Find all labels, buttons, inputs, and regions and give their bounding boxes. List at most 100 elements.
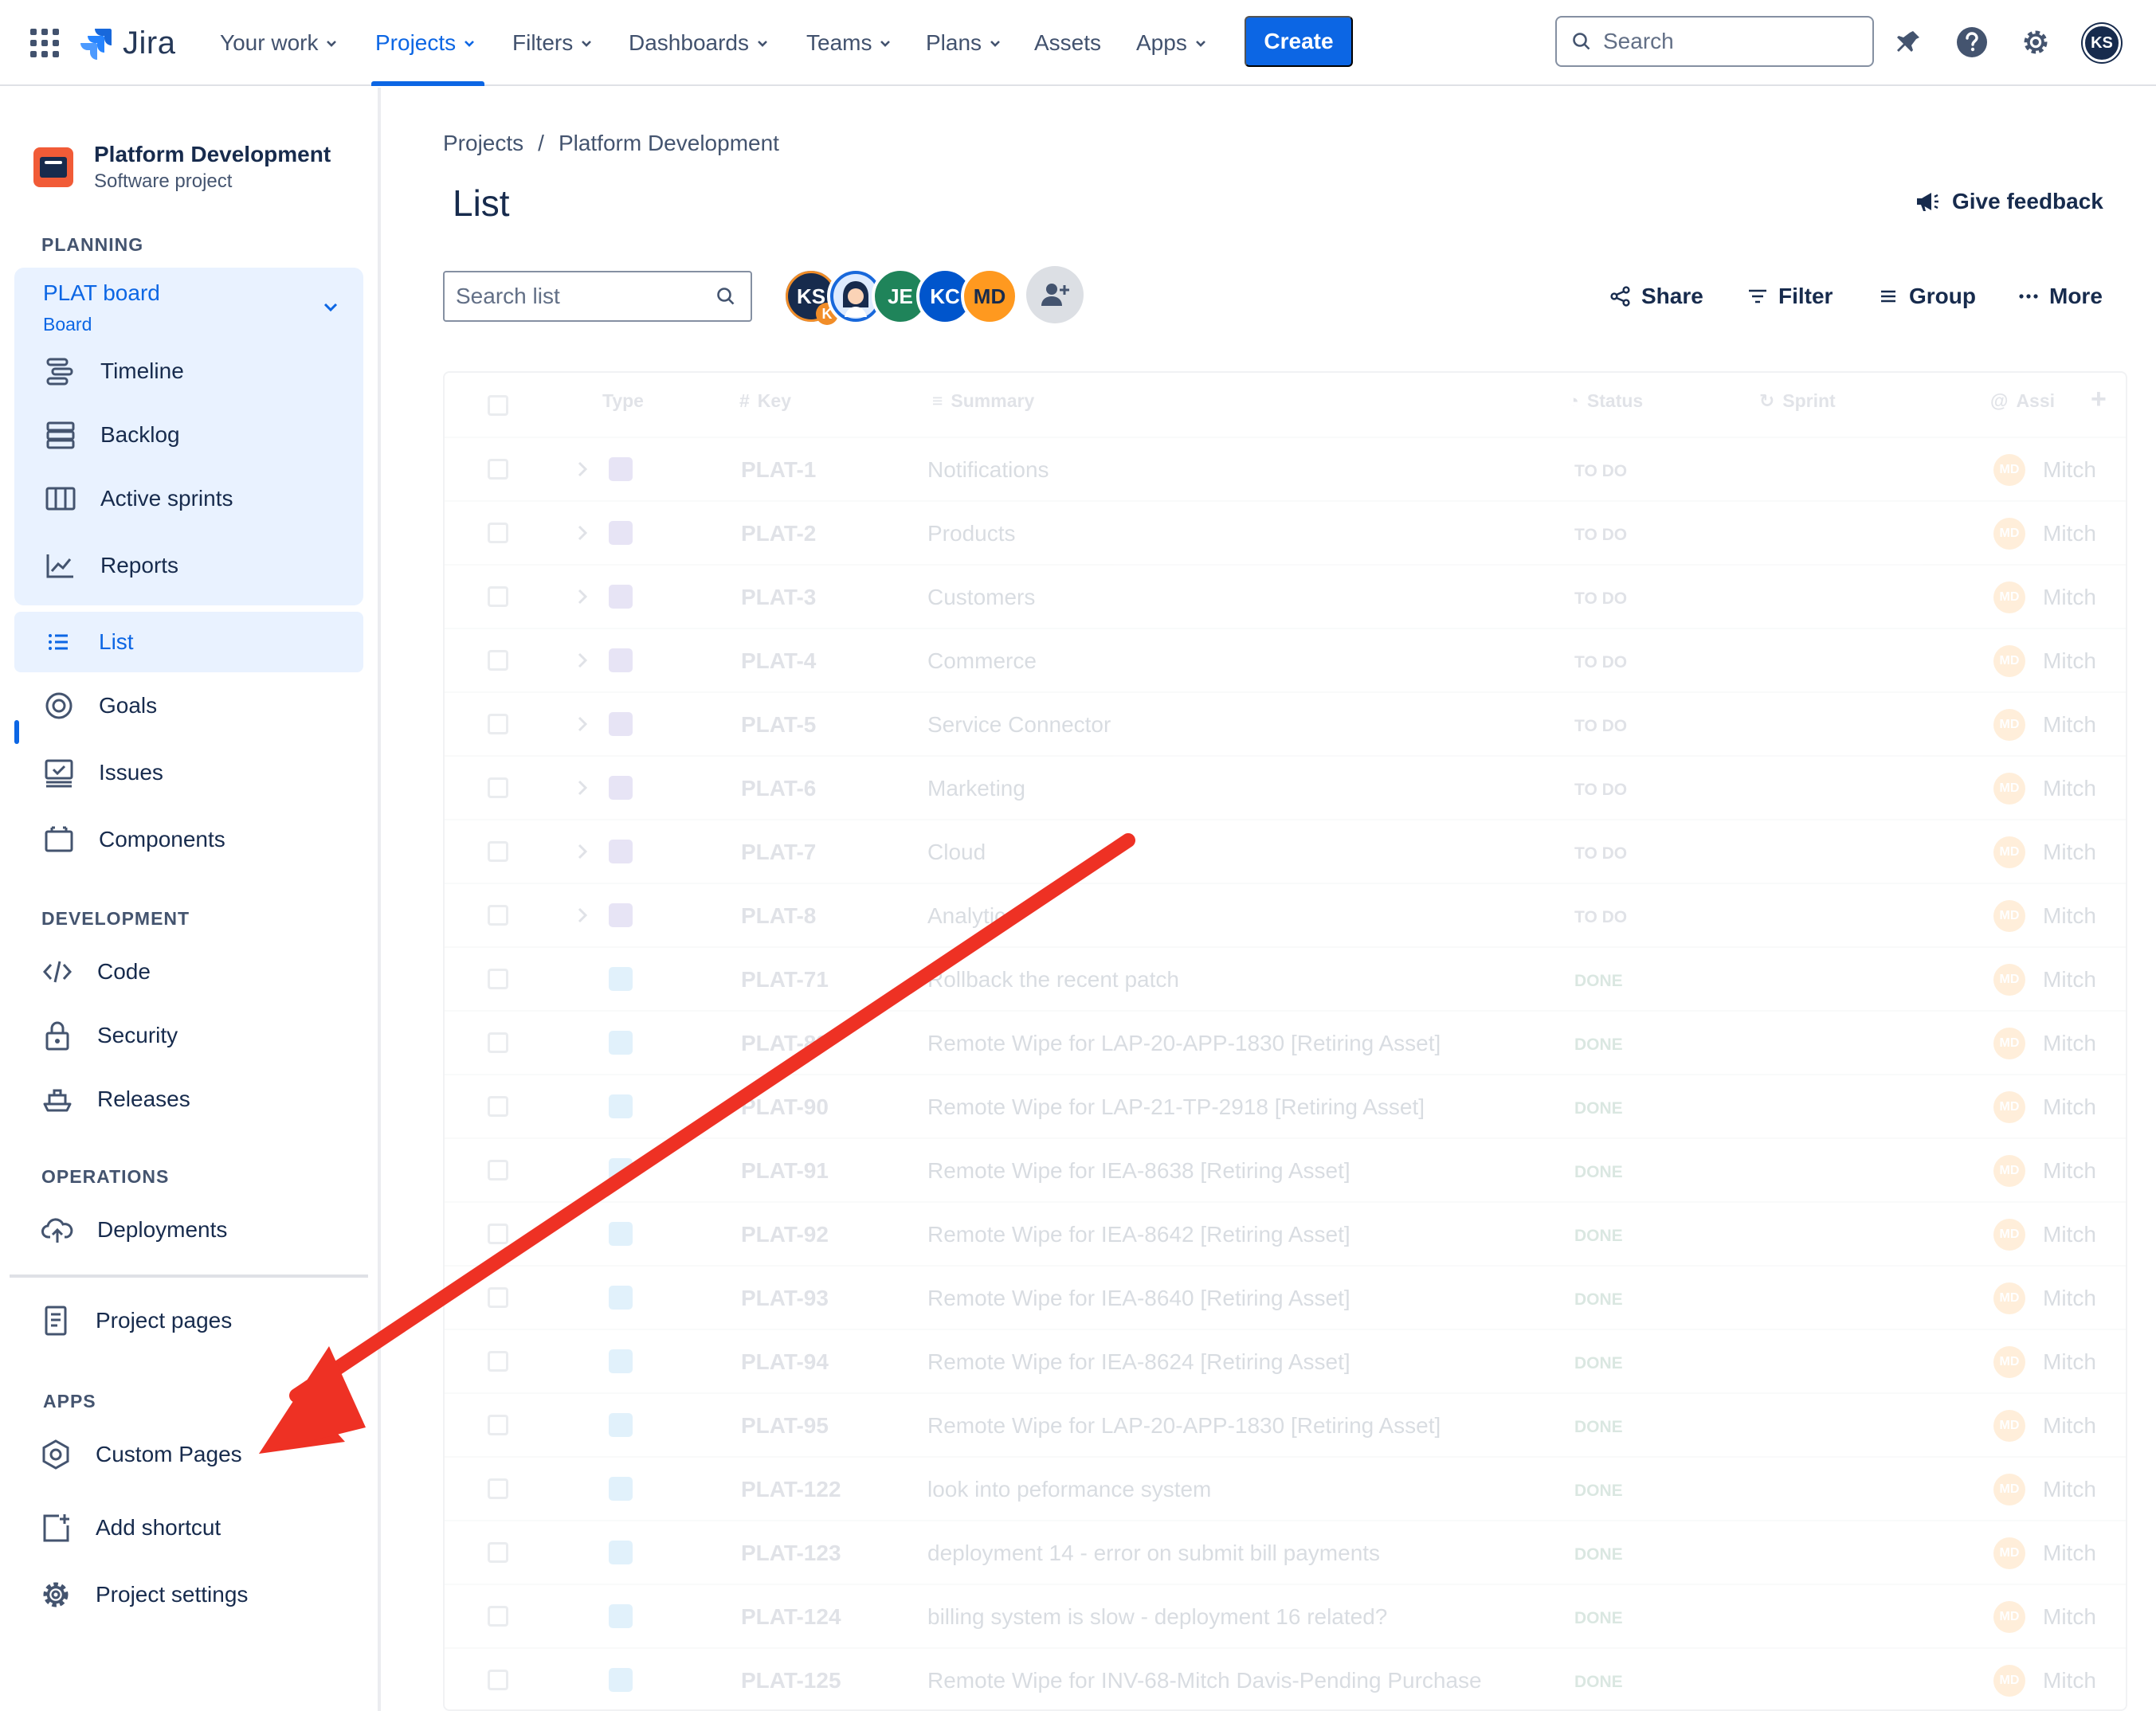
table-row[interactable]: PLAT-4 Commerce TO DO MD Mitch bbox=[445, 628, 2126, 691]
sidebar-item-project-pages[interactable]: Project pages bbox=[14, 1290, 363, 1351]
sidebar-item-code[interactable]: Code bbox=[14, 942, 363, 1002]
issue-key[interactable]: PLAT-71 bbox=[741, 967, 829, 993]
row-checkbox[interactable] bbox=[488, 1224, 508, 1244]
status-badge[interactable]: DONE bbox=[1574, 1418, 1623, 1437]
table-row[interactable]: PLAT-7 Cloud TO DO MD Mitch bbox=[445, 819, 2126, 883]
sidebar-item-active-sprints[interactable]: Active sprints bbox=[14, 468, 363, 529]
assignee-avatar[interactable]: MD bbox=[1993, 1155, 2025, 1187]
issue-key[interactable]: PLAT-125 bbox=[741, 1668, 841, 1693]
issue-summary[interactable]: Remote Wipe for IEA-8624 [Retiring Asset… bbox=[927, 1349, 1350, 1375]
status-badge[interactable]: TO DO bbox=[1574, 844, 1627, 863]
issue-summary[interactable]: look into peformance system bbox=[927, 1477, 1211, 1502]
issue-summary[interactable]: Remote Wipe for LAP-20-APP-1830 [Retirin… bbox=[927, 1031, 1441, 1056]
issue-key[interactable]: PLAT-93 bbox=[741, 1286, 829, 1311]
filter-button[interactable]: Filter bbox=[1746, 280, 1833, 312]
issue-key[interactable]: PLAT-6 bbox=[741, 776, 816, 801]
assignee-avatar[interactable]: MD bbox=[1993, 709, 2025, 741]
assignee-avatar[interactable]: MD bbox=[1993, 1219, 2025, 1251]
issue-key[interactable]: PLAT-7 bbox=[741, 840, 816, 865]
assignee-avatar[interactable]: MD bbox=[1993, 1410, 2025, 1442]
column-header-status[interactable]: ◔ Status bbox=[1568, 390, 1643, 412]
status-badge[interactable]: TO DO bbox=[1574, 462, 1627, 481]
sidebar-item-project-settings[interactable]: Project settings bbox=[14, 1564, 363, 1625]
issue-key[interactable]: PLAT-90 bbox=[741, 1094, 829, 1120]
issue-summary[interactable]: Notifications bbox=[927, 457, 1049, 483]
row-checkbox[interactable] bbox=[488, 841, 508, 862]
issue-summary[interactable]: Remote Wipe for IEA-8638 [Retiring Asset… bbox=[927, 1158, 1350, 1184]
status-badge[interactable]: TO DO bbox=[1574, 526, 1627, 545]
chevron-right-icon[interactable] bbox=[572, 905, 593, 926]
chevron-right-icon[interactable] bbox=[572, 523, 593, 543]
select-all-checkbox[interactable] bbox=[488, 395, 508, 416]
jira-logo[interactable]: Jira bbox=[78, 24, 175, 62]
group-button[interactable]: Group bbox=[1877, 280, 1976, 312]
nav-teams[interactable]: Teams bbox=[806, 27, 892, 59]
issue-summary[interactable]: deployment 14 - error on submit bill pay… bbox=[927, 1541, 1380, 1566]
column-header-summary[interactable]: ≡ Summary bbox=[932, 390, 1034, 412]
status-badge[interactable]: DONE bbox=[1574, 1482, 1623, 1501]
assignee-avatar[interactable]: MD bbox=[1993, 964, 2025, 996]
issue-key[interactable]: PLAT-4 bbox=[741, 648, 816, 674]
sidebar-item-security[interactable]: Security bbox=[14, 1005, 363, 1066]
status-badge[interactable]: DONE bbox=[1574, 1163, 1623, 1182]
issue-key[interactable]: PLAT-2 bbox=[741, 521, 816, 546]
row-checkbox[interactable] bbox=[488, 777, 508, 798]
table-row[interactable]: PLAT-89 Remote Wipe for LAP-20-APP-1830 [… bbox=[445, 1010, 2126, 1074]
table-row[interactable]: PLAT-122 look into peformance system DONE M… bbox=[445, 1456, 2126, 1520]
row-checkbox[interactable] bbox=[488, 1160, 508, 1180]
issue-key[interactable]: PLAT-92 bbox=[741, 1222, 829, 1247]
assignee-avatar[interactable]: MD bbox=[1993, 900, 2025, 932]
table-row[interactable]: PLAT-8 Analytics TO DO MD Mitch bbox=[445, 883, 2126, 946]
issue-summary[interactable]: Remote Wipe for INV-68-Mitch Davis-Pendi… bbox=[927, 1668, 1482, 1693]
notifications-icon[interactable] bbox=[1890, 24, 1927, 61]
add-people-button[interactable] bbox=[1026, 266, 1084, 323]
help-icon[interactable] bbox=[1954, 24, 1990, 61]
row-checkbox[interactable] bbox=[488, 714, 508, 734]
row-checkbox[interactable] bbox=[488, 1287, 508, 1308]
status-badge[interactable]: DONE bbox=[1574, 972, 1623, 991]
issue-key[interactable]: PLAT-8 bbox=[741, 903, 816, 929]
sidebar-item-releases[interactable]: Releases bbox=[14, 1069, 363, 1130]
table-row[interactable]: PLAT-124 billing system is slow - deploym… bbox=[445, 1584, 2126, 1647]
global-search-input[interactable]: Search bbox=[1555, 16, 1874, 67]
row-checkbox[interactable] bbox=[488, 1670, 508, 1690]
search-list-input[interactable]: Search list bbox=[443, 271, 752, 322]
table-row[interactable]: PLAT-3 Customers TO DO MD Mitch bbox=[445, 564, 2126, 628]
issue-key[interactable]: PLAT-94 bbox=[741, 1349, 829, 1375]
chevron-right-icon[interactable] bbox=[572, 650, 593, 671]
assignee-avatar[interactable]: MD bbox=[1993, 836, 2025, 868]
issue-summary[interactable]: Customers bbox=[927, 585, 1035, 610]
issue-summary[interactable]: Remote Wipe for IEA-8640 [Retiring Asset… bbox=[927, 1286, 1350, 1311]
avatar-md[interactable]: MD bbox=[961, 268, 1018, 325]
table-row[interactable]: PLAT-95 Remote Wipe for LAP-20-APP-1830 [… bbox=[445, 1392, 2126, 1456]
status-badge[interactable]: DONE bbox=[1574, 1227, 1623, 1246]
issue-key[interactable]: PLAT-91 bbox=[741, 1158, 829, 1184]
nav-your-work[interactable]: Your work bbox=[220, 27, 339, 59]
issue-summary[interactable]: billing system is slow - deployment 16 r… bbox=[927, 1604, 1387, 1630]
status-badge[interactable]: TO DO bbox=[1574, 653, 1627, 672]
nav-plans[interactable]: Plans bbox=[926, 27, 1002, 59]
table-row[interactable]: PLAT-94 Remote Wipe for IEA-8624 [Retirin… bbox=[445, 1329, 2126, 1392]
status-badge[interactable]: TO DO bbox=[1574, 717, 1627, 736]
assignee-avatar[interactable]: MD bbox=[1993, 1282, 2025, 1314]
issue-summary[interactable]: Marketing bbox=[927, 776, 1025, 801]
assignee-avatar[interactable]: MD bbox=[1993, 1601, 2025, 1633]
status-badge[interactable]: TO DO bbox=[1574, 781, 1627, 800]
row-checkbox[interactable] bbox=[488, 1415, 508, 1435]
assignee-avatar[interactable]: MD bbox=[1993, 518, 2025, 550]
issue-summary[interactable]: Remote Wipe for LAP-21-TP-2918 [Retiring… bbox=[927, 1094, 1425, 1120]
assignee-avatar[interactable]: MD bbox=[1993, 1028, 2025, 1059]
status-badge[interactable]: DONE bbox=[1574, 1290, 1623, 1310]
breadcrumb-platform-development[interactable]: Platform Development bbox=[559, 131, 779, 156]
issue-key[interactable]: PLAT-89 bbox=[741, 1031, 829, 1056]
sidebar-item-issues[interactable]: Issues bbox=[14, 742, 363, 803]
status-badge[interactable]: DONE bbox=[1574, 1099, 1623, 1118]
issue-summary[interactable]: Remote Wipe for LAP-20-APP-1830 [Retirin… bbox=[927, 1413, 1441, 1439]
sidebar-item-reports[interactable]: Reports bbox=[14, 535, 363, 596]
sidebar-item-goals[interactable]: Goals bbox=[14, 675, 363, 736]
chevron-down-icon[interactable] bbox=[320, 296, 341, 317]
row-checkbox[interactable] bbox=[488, 1032, 508, 1053]
row-checkbox[interactable] bbox=[488, 969, 508, 989]
issue-key[interactable]: PLAT-5 bbox=[741, 712, 816, 738]
project-header[interactable]: Platform Development Software project bbox=[33, 142, 331, 193]
